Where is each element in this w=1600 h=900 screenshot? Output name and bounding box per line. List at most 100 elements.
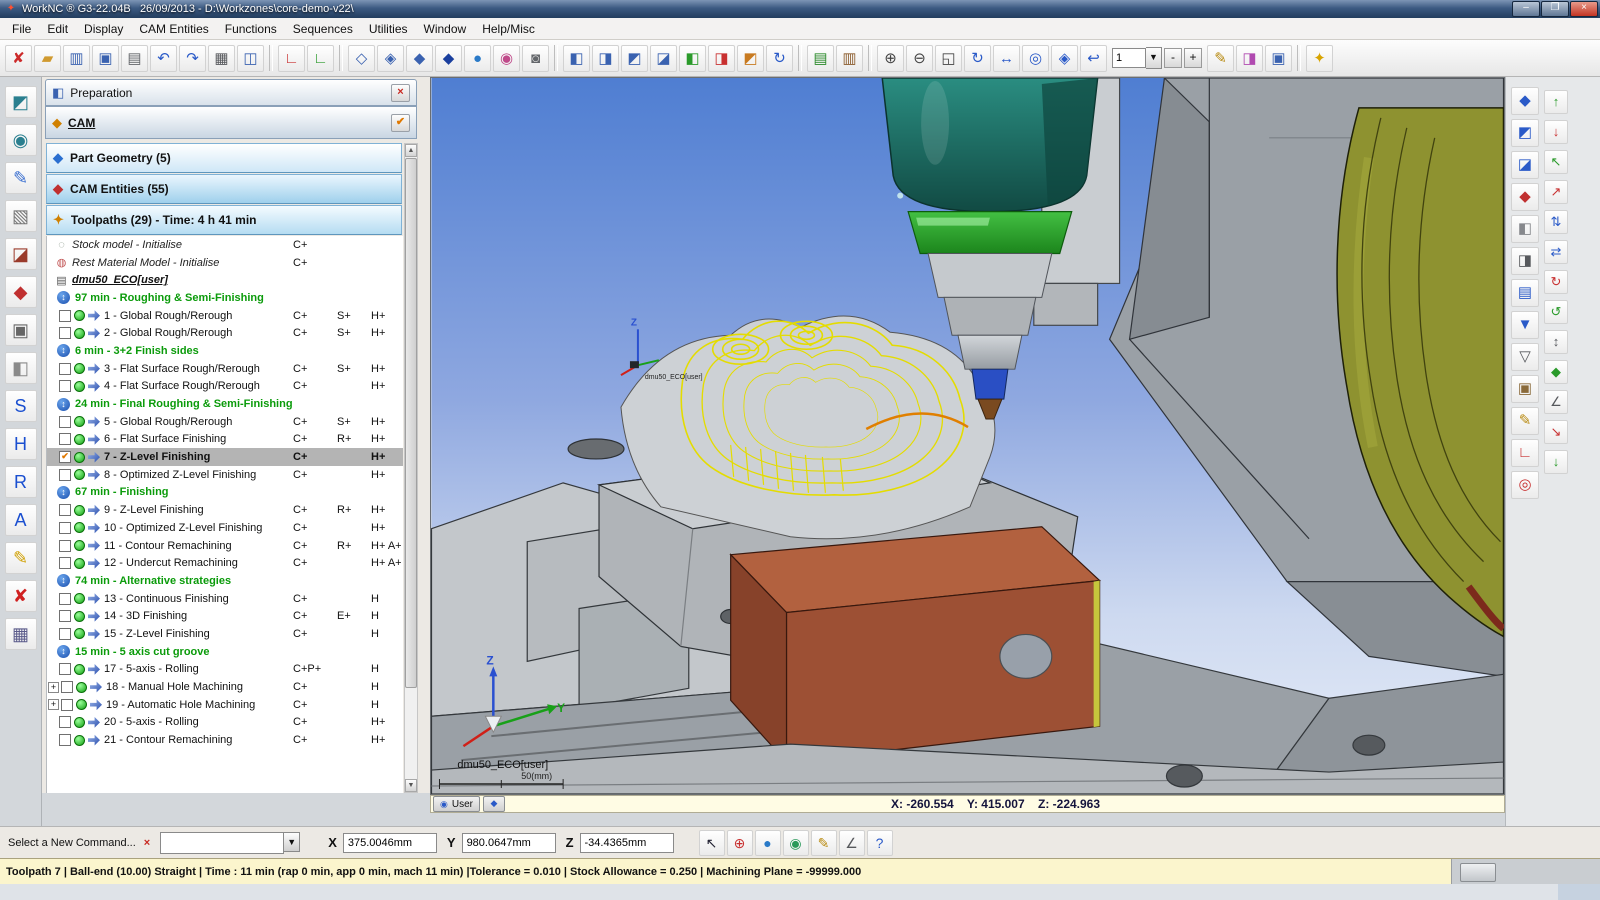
- y-coordinate-input[interactable]: [462, 833, 556, 853]
- axes-xyz-icon[interactable]: ∟: [307, 45, 334, 72]
- tree-row-toolpath[interactable]: 12 - Undercut RemachiningC+H+ A+: [47, 554, 403, 572]
- material-view-icon[interactable]: ◉: [493, 45, 520, 72]
- toolpath-checkbox[interactable]: [59, 557, 71, 569]
- menu-sequences[interactable]: Sequences: [285, 20, 361, 38]
- tree-row-toolpath[interactable]: 2 - Global Rough/ReroughC+S+H+: [47, 324, 403, 342]
- menu-display[interactable]: Display: [76, 20, 131, 38]
- layers-icon[interactable]: ▤: [1511, 279, 1539, 307]
- tree-row-machine[interactable]: ▤dmu50_ECO[user]: [47, 271, 403, 289]
- active-shaded-view-icon[interactable]: ◆: [435, 45, 462, 72]
- zoom-decrease-button[interactable]: -: [1164, 48, 1182, 68]
- view-x-plus-icon[interactable]: ◧: [563, 45, 590, 72]
- view-iso-icon[interactable]: ◩: [737, 45, 764, 72]
- measure-angle-icon[interactable]: ∠: [839, 830, 865, 856]
- toolpath-checkbox[interactable]: [61, 681, 73, 693]
- surface-icon[interactable]: ◧: [5, 352, 37, 384]
- wireframe-view-icon[interactable]: ◇: [348, 45, 375, 72]
- modify-toolpath-icon[interactable]: ✎: [1207, 45, 1234, 72]
- rotate-ccw-icon[interactable]: ↺: [1544, 300, 1568, 324]
- origin-icon[interactable]: ∟: [1511, 439, 1539, 467]
- dynamic-view-icon[interactable]: ●: [755, 830, 781, 856]
- axis-drop-icon[interactable]: ↓: [1544, 450, 1568, 474]
- collision-check-icon[interactable]: ◆: [5, 276, 37, 308]
- toolpath-checkbox[interactable]: [59, 734, 71, 746]
- expander-icon[interactable]: +: [48, 682, 59, 693]
- tree-row-toolpath[interactable]: 20 - 5-axis - RollingC+H+: [47, 714, 403, 732]
- toolpath-checkbox[interactable]: [59, 522, 71, 534]
- help-query-icon[interactable]: ?: [867, 830, 893, 856]
- tree-row-toolpath[interactable]: 6 - Flat Surface FinishingC+R+H+: [47, 431, 403, 449]
- close-tab-icon[interactable]: ×: [391, 84, 410, 102]
- zoom-increase-button[interactable]: +: [1184, 48, 1202, 68]
- toolpath-checkbox[interactable]: [61, 699, 73, 711]
- tree-row-toolpath[interactable]: 9 - Z-Level FinishingC+R+H+: [47, 501, 403, 519]
- flip-horizontal-icon[interactable]: ⇄: [1544, 240, 1568, 264]
- cam-confirm-icon[interactable]: ✔: [391, 114, 410, 132]
- section-view-icon[interactable]: ◨: [1511, 247, 1539, 275]
- tree-row-toolpath[interactable]: 13 - Continuous FinishingC+H: [47, 590, 403, 608]
- stamp-icon[interactable]: ▣: [1511, 375, 1539, 403]
- menu-functions[interactable]: Functions: [217, 20, 285, 38]
- view-y-minus-icon[interactable]: ◧: [679, 45, 706, 72]
- view-x-minus-icon[interactable]: ◪: [650, 45, 677, 72]
- expander-icon[interactable]: +: [48, 699, 59, 710]
- edit-sequence-icon[interactable]: ▥: [836, 45, 863, 72]
- tab-preparation[interactable]: ◧ Preparation ×: [45, 79, 417, 106]
- machine-setup-icon[interactable]: ▣: [1265, 45, 1292, 72]
- globe-view-icon[interactable]: ●: [464, 45, 491, 72]
- redo-icon[interactable]: ↷: [179, 45, 206, 72]
- close-button[interactable]: ×: [1570, 1, 1598, 17]
- toolpath-checkbox[interactable]: [59, 540, 71, 552]
- sequence-report-icon[interactable]: ▤: [807, 45, 834, 72]
- tree-row-toolpath[interactable]: 8 - Optimized Z-Level FinishingC+H+: [47, 466, 403, 484]
- stock-box-icon[interactable]: ▧: [5, 200, 37, 232]
- zoom-dropdown-button[interactable]: ▼: [1146, 47, 1162, 69]
- scroll-thumb[interactable]: [405, 158, 417, 688]
- import-icon[interactable]: ▥: [63, 45, 90, 72]
- menu-edit[interactable]: Edit: [39, 20, 76, 38]
- section-cam-entities[interactable]: ◆ CAM Entities (55): [46, 174, 402, 204]
- flip-vertical-icon[interactable]: ⇅: [1544, 210, 1568, 234]
- undo-icon[interactable]: ↶: [150, 45, 177, 72]
- clear-command-icon[interactable]: ×: [144, 837, 150, 849]
- layout-icon[interactable]: ◫: [237, 45, 264, 72]
- toolpath-checkbox[interactable]: [59, 380, 71, 392]
- toolpath-checkbox[interactable]: [59, 593, 71, 605]
- tree-row-toolpath[interactable]: 1 - Global Rough/ReroughC+S+H+: [47, 307, 403, 325]
- save-icon[interactable]: ▣: [92, 45, 119, 72]
- filter-icon[interactable]: ▽: [1511, 343, 1539, 371]
- view-preset-3-icon[interactable]: ◪: [1511, 151, 1539, 179]
- license-key-icon[interactable]: ✦: [1306, 45, 1333, 72]
- stock-remove-icon[interactable]: ◪: [5, 238, 37, 270]
- tree-row-toolpath[interactable]: 11 - Contour RemachiningC+R+H+ A+: [47, 537, 403, 555]
- tree-row-model[interactable]: ◌Stock model - InitialiseC+: [47, 236, 403, 254]
- toolpath-checkbox[interactable]: [59, 433, 71, 445]
- view-preset-4-icon[interactable]: ◆: [1511, 183, 1539, 211]
- user-view-button[interactable]: ◉ User: [433, 796, 480, 812]
- toolpath-checkbox[interactable]: [59, 716, 71, 728]
- tree-row-toolpath[interactable]: ✔7 - Z-Level FinishingC+H+: [47, 448, 403, 466]
- tree-row-toolpath[interactable]: 10 - Optimized Z-Level FinishingC+H+: [47, 519, 403, 537]
- transform-left-icon[interactable]: ↖: [1544, 150, 1568, 174]
- previous-view-icon[interactable]: ↩: [1080, 45, 1107, 72]
- pan-view-icon[interactable]: ↔: [993, 45, 1020, 72]
- view-y-plus-icon[interactable]: ◨: [592, 45, 619, 72]
- zoom-in-icon[interactable]: ⊕: [877, 45, 904, 72]
- menu-file[interactable]: File: [4, 20, 39, 38]
- menu-cam-entities[interactable]: CAM Entities: [131, 20, 216, 38]
- annotate-icon[interactable]: ✎: [1511, 407, 1539, 435]
- tree-row-toolpath[interactable]: 17 - 5-axis - RollingC+P+H: [47, 661, 403, 679]
- tree-row-toolpath[interactable]: 5 - Global Rough/ReroughC+S+H+: [47, 413, 403, 431]
- center-view-icon[interactable]: ◎: [1022, 45, 1049, 72]
- calculator-icon[interactable]: ▦: [5, 618, 37, 650]
- edit-curve-icon[interactable]: ✎: [811, 830, 837, 856]
- holder-box-icon[interactable]: ▣: [5, 314, 37, 346]
- z-coordinate-input[interactable]: [580, 833, 674, 853]
- toolpath-checkbox[interactable]: [59, 663, 71, 675]
- rotate-view-icon[interactable]: ↻: [964, 45, 991, 72]
- tree-scrollbar[interactable]: ▲ ▼: [404, 143, 418, 793]
- axis-down-right-icon[interactable]: ↘: [1544, 420, 1568, 444]
- view-cube-icon[interactable]: ◩: [5, 86, 37, 118]
- orbit-icon[interactable]: ◉: [783, 830, 809, 856]
- hidden-line-view-icon[interactable]: ◈: [377, 45, 404, 72]
